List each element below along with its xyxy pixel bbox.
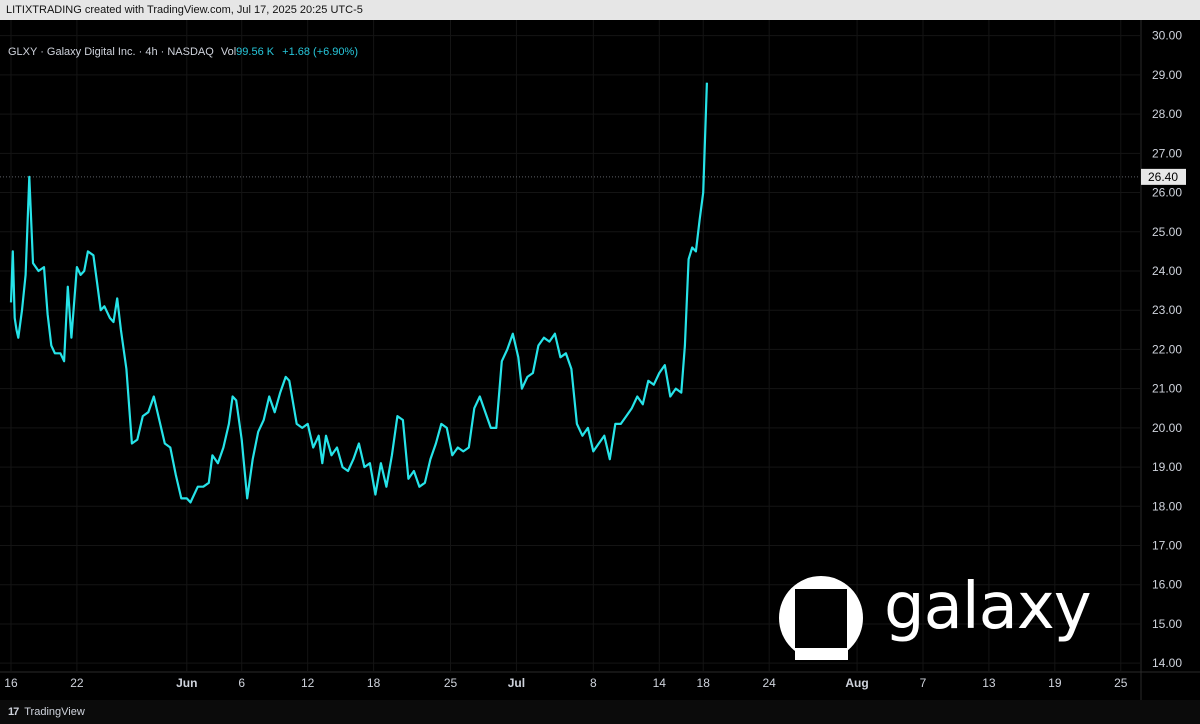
x-tick-label: 14 (653, 676, 667, 690)
x-tick-label: Aug (845, 676, 868, 690)
symbol-legend: GLXY · Galaxy Digital Inc. · 4h · NASDAQ… (8, 46, 358, 58)
x-tick-label: Jun (176, 676, 197, 690)
y-tick-label: 18.00 (1152, 499, 1182, 513)
y-tick-label: 30.00 (1152, 29, 1182, 43)
x-tick-label: 13 (982, 676, 996, 690)
y-tick-label: 19.00 (1152, 460, 1182, 474)
current-price-label: 26.40 (1148, 170, 1178, 184)
change-value: +1.68 (+6.90%) (282, 46, 358, 58)
x-tick-label: 18 (697, 676, 711, 690)
y-tick-label: 29.00 (1152, 68, 1182, 82)
y-tick-label: 24.00 (1152, 264, 1182, 278)
y-tick-label: 20.00 (1152, 421, 1182, 435)
galaxy-logo-icon (779, 576, 863, 660)
volume-value: 99.56 K (236, 46, 275, 58)
x-tick-label: 8 (590, 676, 597, 690)
y-tick-label: 14.00 (1152, 656, 1182, 670)
x-tick-label: 12 (301, 676, 315, 690)
galaxy-watermark: galaxy (778, 570, 1092, 662)
x-tick-label: 19 (1048, 676, 1062, 690)
y-tick-label: 27.00 (1152, 146, 1182, 160)
tradingview-footer: 17 TradingView (0, 700, 1200, 724)
chart-panel[interactable]: 14.00 15.00 16.00 17.00 18.00 19.00 20.00 21.00… (0, 20, 1200, 700)
x-tick-label: 16 (4, 676, 18, 690)
y-tick-label: 25.00 (1152, 225, 1182, 239)
tradingview-brand: TradingView (24, 706, 85, 718)
y-tick-label: 23.00 (1152, 303, 1182, 317)
symbol-text: GLXY · Galaxy Digital Inc. · 4h · NASDAQ (8, 46, 214, 58)
y-tick-label: 26.00 (1152, 186, 1182, 200)
galaxy-wordmark: galaxy (884, 570, 1092, 644)
x-tick-label: 18 (367, 676, 381, 690)
x-tick-label: 24 (762, 676, 776, 690)
x-tick-label: 22 (70, 676, 84, 690)
tradingview-logo-icon: 17 (8, 706, 19, 718)
x-tick-label: 6 (238, 676, 245, 690)
y-tick-label: 28.00 (1152, 107, 1182, 121)
y-tick-label: 15.00 (1152, 617, 1182, 631)
attribution-bar: LITIXTRADING created with TradingView.co… (0, 0, 1200, 20)
x-tick-label: Jul (508, 676, 525, 690)
volume-label: Vol (220, 46, 237, 58)
y-tick-label: 22.00 (1152, 342, 1182, 356)
y-tick-label: 21.00 (1152, 382, 1182, 396)
price-series-line (9, 82, 708, 504)
x-tick-label: 25 (1114, 676, 1128, 690)
x-tick-label: 25 (444, 676, 458, 690)
y-tick-label: 16.00 (1152, 578, 1182, 592)
attribution-text: LITIXTRADING created with TradingView.co… (6, 4, 363, 16)
x-tick-label: 7 (920, 676, 927, 690)
y-tick-label: 17.00 (1152, 539, 1182, 553)
